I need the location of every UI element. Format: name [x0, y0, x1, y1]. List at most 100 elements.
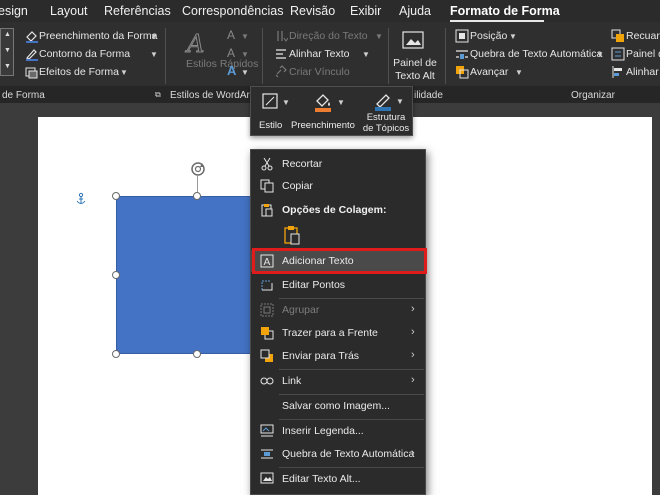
quick-styles-button[interactable]: A Estilos Rápidos	[176, 28, 259, 84]
selection-pane-label: Painel d	[626, 48, 660, 60]
menu-item-link[interactable]: Link ›	[251, 370, 425, 392]
bring-to-front-icon	[261, 327, 274, 340]
menu-item-group[interactable]: Agrupar ›	[251, 299, 425, 321]
menu-item-save-as-image[interactable]: Salvar como Imagem...	[251, 395, 425, 417]
resize-handle-top-left[interactable]	[112, 192, 120, 200]
shape-effects-icon	[25, 67, 38, 79]
resize-handle-left[interactable]	[112, 271, 120, 279]
menu-item-label: Quebra de Texto Automática	[282, 448, 415, 460]
mini-style-button[interactable]: ▼ Estilo	[255, 90, 290, 134]
chevron-right-icon: ›	[411, 303, 415, 315]
wrap-text-icon	[261, 449, 273, 459]
align-text-icon	[276, 49, 286, 59]
svg-text:A: A	[185, 30, 204, 56]
align-objects-label: Alinhar	[626, 66, 659, 78]
menu-item-cut[interactable]: Recortar	[251, 153, 425, 175]
mini-fill-label: Preenchimento	[291, 120, 355, 131]
link-icon	[275, 65, 287, 78]
menu-item-wrap-text[interactable]: Quebra de Texto Automática ›	[251, 443, 425, 465]
shape-outline-label: Contorno da Forma	[39, 48, 131, 60]
alt-text-icon	[260, 472, 274, 484]
tab-ajuda[interactable]: Ajuda	[399, 4, 431, 18]
text-outline-button[interactable]: A ▼	[224, 46, 250, 61]
text-effects-button[interactable]: A ▼	[224, 63, 250, 79]
copy-icon	[260, 179, 274, 193]
insert-caption-icon	[260, 424, 274, 437]
shape-fill-button[interactable]: Preenchimento da Forma ▼	[22, 29, 158, 43]
alt-text-pane-button[interactable]: Painel de Texto Alt	[392, 28, 437, 84]
menu-item-label: Trazer para a Frente	[282, 327, 378, 339]
paste-keep-formatting-icon[interactable]	[283, 225, 301, 245]
rotate-handle-icon[interactable]	[189, 160, 207, 178]
mini-outline-button[interactable]: ▼ Estrutura de Tópicos	[359, 88, 413, 136]
chevron-down-icon: ▼	[120, 68, 128, 77]
create-link-button[interactable]: Criar Vínculo	[272, 65, 384, 79]
group-icon	[260, 303, 274, 317]
context-menu: Recortar Copiar Opções de Colagem: A Adi…	[250, 149, 426, 495]
menu-item-copy[interactable]: Copiar	[251, 175, 425, 197]
group-label-accessibility: ilidade	[414, 90, 443, 101]
chevron-down-icon: ▼	[596, 50, 604, 59]
position-button[interactable]: Posição ▼	[453, 29, 523, 43]
gallery-more-icon: ▼	[4, 63, 11, 70]
edit-points-icon	[261, 280, 273, 291]
text-fill-button[interactable]: A ▼	[224, 28, 250, 43]
shape-style-icon	[262, 93, 278, 109]
tab-exibir[interactable]: Exibir	[350, 4, 381, 18]
chevron-down-icon: ▼	[362, 50, 370, 59]
tab-formato-de-forma[interactable]: Formato de Forma	[450, 4, 560, 18]
wrap-text-button[interactable]: Quebra de Texto Automática ▼	[453, 47, 604, 61]
mini-fill-button[interactable]: ▼ Preenchimento	[291, 90, 357, 134]
chevron-down-icon: ▼	[282, 98, 290, 107]
pen-outline-icon	[26, 49, 38, 61]
mini-outline-label: Estrutura de Tópicos	[362, 112, 410, 134]
tab-correspondencias[interactable]: Correspondências	[182, 4, 283, 18]
send-backward-label: Recuar	[626, 30, 660, 42]
menu-item-paste-options: Opções de Colagem:	[251, 199, 425, 221]
tab-design[interactable]: esign	[0, 4, 28, 18]
chevron-down-icon: ▼	[509, 32, 517, 41]
chevron-down-icon: ▼	[337, 98, 345, 107]
shape-effects-label: Efeitos de Forma	[39, 66, 119, 78]
bring-forward-button[interactable]: Avançar ▼	[453, 65, 528, 79]
bring-forward-label: Avançar	[470, 66, 509, 78]
tab-revisao[interactable]: Revisão	[290, 4, 335, 18]
shape-effects-button[interactable]: Efeitos de Forma ▼	[22, 65, 157, 79]
ribbon-tab-bar: esign Layout Referências Correspondência…	[0, 0, 660, 22]
tab-referencias[interactable]: Referências	[104, 4, 171, 18]
group-label-arrange: Organizar	[571, 90, 615, 101]
scroll-up-icon: ▲	[4, 31, 11, 38]
tab-layout[interactable]: Layout	[50, 4, 88, 18]
menu-item-bring-to-front[interactable]: Trazer para a Frente ›	[251, 322, 425, 344]
align-objects-button[interactable]: Alinhar	[609, 65, 660, 79]
scroll-down-icon: ▼	[4, 47, 11, 54]
dialog-launcher-icon[interactable]: ⧉	[155, 90, 161, 100]
selected-rectangle-shape[interactable]	[116, 196, 256, 354]
wrap-text-icon	[456, 50, 468, 59]
send-backward-button[interactable]: Recuar	[609, 29, 660, 43]
selection-pane-button[interactable]: Painel d	[609, 47, 660, 61]
chevron-down-icon: ▼	[241, 32, 249, 41]
resize-handle-bottom[interactable]	[193, 350, 201, 358]
resize-handle-bottom-left[interactable]	[112, 350, 120, 358]
chevron-right-icon: ›	[411, 326, 415, 338]
shape-styles-gallery-scroll[interactable]: ▲ ▼ ▼	[0, 28, 14, 76]
menu-item-send-to-back[interactable]: Enviar para Trás ›	[251, 345, 425, 367]
text-direction-button[interactable]: Direção do Texto ▼	[272, 29, 384, 43]
resize-handle-top[interactable]	[193, 192, 201, 200]
chevron-down-icon: ▼	[396, 97, 404, 106]
menu-item-insert-caption[interactable]: Inserir Legenda...	[251, 420, 425, 442]
bring-forward-icon	[456, 66, 469, 79]
menu-item-edit-alt-text[interactable]: Editar Texto Alt...	[251, 468, 425, 490]
menu-item-label: Editar Pontos	[282, 279, 346, 291]
menu-item-label: Agrupar	[282, 304, 320, 316]
menu-item-edit-points[interactable]: Editar Pontos	[251, 274, 425, 296]
align-text-button[interactable]: Alinhar Texto ▼	[272, 47, 384, 61]
shape-outline-button[interactable]: Contorno da Forma ▼	[22, 47, 158, 61]
create-link-label: Criar Vínculo	[289, 66, 350, 78]
group-label-shape-styles: de Forma	[2, 90, 45, 101]
align-text-label: Alinhar Texto	[289, 48, 350, 60]
clipboard-icon	[261, 204, 273, 217]
position-icon	[455, 29, 469, 43]
menu-item-label: Link	[282, 375, 302, 387]
